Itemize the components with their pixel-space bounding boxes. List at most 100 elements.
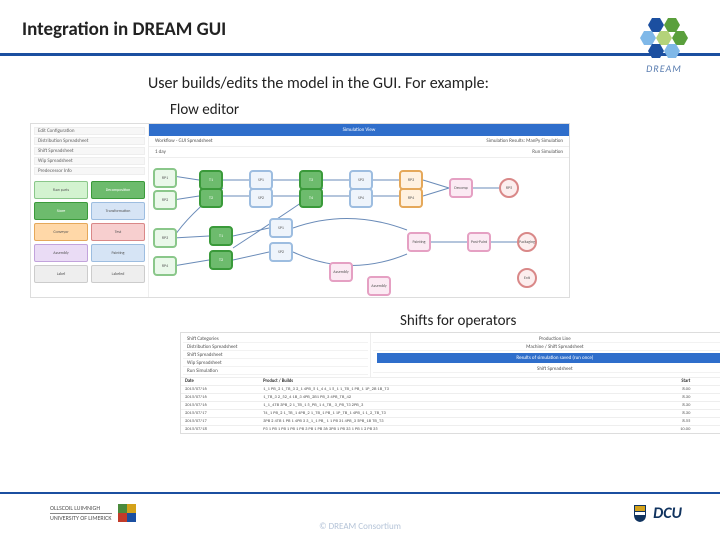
node: Painting — [407, 232, 431, 252]
node: T2 — [199, 188, 223, 208]
td: T4_1 PB_2 1_TB_1 4PB_2 1_TB_1 PB_1 1P_TB… — [259, 410, 650, 418]
th: Start — [650, 378, 695, 386]
palette-item: Labeled — [91, 265, 145, 283]
palette-item: Conveyor — [34, 223, 88, 241]
node: RP5 — [499, 178, 519, 198]
ul-line1: OLLSCOIL LUIMNIGH — [50, 505, 112, 512]
palette-item: Painting — [91, 244, 145, 262]
node: Assembly — [329, 262, 353, 282]
flow-sub: Simulation Results: ManPy Simulation — [486, 138, 563, 144]
sh-side: Wip Spreadsheet — [183, 359, 368, 367]
copyright: © DREAM Consortium — [319, 521, 401, 532]
flow-editor-screenshot: Edit Configuration Distribution Spreadsh… — [30, 123, 570, 298]
th: Product / Builds — [259, 378, 650, 386]
node: Assembly — [367, 276, 391, 296]
td: 18.20 — [694, 426, 720, 434]
palette-item: Test — [91, 223, 145, 241]
sidebar-item: Distribution Spreadsheet — [34, 137, 145, 145]
td: 16.00 — [694, 386, 720, 394]
node: Decomp — [449, 178, 473, 198]
td: 2015/07/17 — [181, 418, 259, 426]
td: 1_1_4TB 3PB_2 1_TB_1 5_PB_1 4_TB_ 3_PB_T… — [259, 402, 650, 410]
sh-side: Shift Categories — [183, 335, 368, 343]
palette-item: Decomposition — [91, 181, 145, 199]
sh-side: Distribution Spreadsheet — [183, 343, 368, 351]
td: 1_1 PB_2 1_TB_3 2_1 4PB_5 1_4 4_1 5_1 1_… — [259, 386, 650, 394]
td: 8.30 — [650, 410, 695, 418]
td: 10.00 — [650, 426, 695, 434]
sh-sub: Machine / Shift Spreadsheet — [373, 343, 720, 351]
node: Post-Paint — [467, 232, 491, 252]
dcu-shield-icon — [632, 503, 648, 523]
node: T4 — [299, 188, 323, 208]
palette-item: Store — [34, 202, 88, 220]
td: 1_TB_3 2_52_4 1B_3 4PB_2B1 PB_3 4PB_TB_4… — [259, 394, 650, 402]
td: 2015/07/16 — [181, 394, 259, 402]
shifts-editor-screenshot: Shift Categories Distribution Spreadshee… — [180, 332, 720, 434]
slide-title: Integration in DREAM GUI — [22, 18, 720, 41]
node: SP4 — [349, 188, 373, 208]
td: 16.15 — [694, 410, 720, 418]
td: 17.2 — [694, 402, 720, 410]
th: Date — [181, 378, 259, 386]
td: 2015/07/16 — [181, 402, 259, 410]
flow-header: Simulation View — [149, 124, 569, 136]
td: 8.30 — [650, 394, 695, 402]
td: 2015/07/17 — [181, 410, 259, 418]
dcu-text: DCU — [653, 504, 682, 523]
node: RP2 — [153, 190, 177, 210]
node: RP3 — [153, 228, 177, 248]
palette-item: Label — [34, 265, 88, 283]
shifts-label: Shifts for operators — [400, 312, 690, 330]
sh-bluebar: Results of simulation saved (run once) — [377, 353, 720, 363]
node: SP2 — [249, 188, 273, 208]
flow-sub: Workflow - GUI Spreadsheet — [155, 138, 213, 144]
sidebar-item: Wip Spreadsheet — [34, 157, 145, 165]
td: P3 1 PB 1 PB 1 PB 1 PB 3 PB 1 PB 36 3PB … — [259, 426, 650, 434]
sidebar-item: Predecessor Info — [34, 167, 145, 175]
node: SP2 — [269, 242, 293, 262]
sh-side: Run Simulation — [183, 367, 368, 375]
flow-editor-label: Flow editor — [170, 101, 690, 119]
shifts-table: Date Product / Builds Start Stop 2015/07… — [181, 377, 720, 433]
node: Exit — [517, 268, 537, 288]
td: 3PB 2 4TB 1 PB 1 4PB 3 3_1_1 PB_ 1 1 PB … — [259, 418, 650, 426]
td: 2015/07/18 — [181, 426, 259, 434]
node: SP1 — [249, 170, 273, 190]
node: T2 — [209, 250, 233, 270]
node: RP1 — [153, 168, 177, 188]
node: RP4 — [399, 188, 423, 208]
node: Packaging — [517, 232, 537, 252]
slide-subtitle: User builds/edits the model in the GUI. … — [148, 74, 690, 93]
ul-flag-icon — [118, 504, 136, 522]
flow-sub: 1 day — [155, 149, 166, 155]
flow-sub: Run Simulation — [532, 149, 563, 155]
sidebar-item: Shift Spreadsheet — [34, 147, 145, 155]
node: T3 — [299, 170, 323, 190]
node: SP1 — [269, 218, 293, 238]
flow-canvas: RP1 RP2 T1 T2 SP1 SP2 T3 T4 SP3 SP4 RP3 … — [149, 158, 569, 297]
dcu-logo: DCU — [632, 503, 682, 523]
td: 2015/07/16 — [181, 386, 259, 394]
td: 18.40 — [694, 394, 720, 402]
dream-logo-label: DREAM — [636, 62, 692, 75]
td: 18.10 — [694, 418, 720, 426]
node: T1 — [209, 226, 233, 246]
sh-header: Production Line — [373, 335, 720, 343]
sh-side: Shift Spreadsheet — [183, 351, 368, 359]
dream-logo: DREAM — [636, 18, 692, 75]
palette-item: Raw parts — [34, 181, 88, 199]
td: 8.55 — [650, 418, 695, 426]
node: SP3 — [349, 170, 373, 190]
ul-line2: UNIVERSITY OF LIMERICK — [50, 513, 112, 522]
node: RP4 — [153, 256, 177, 276]
sh-bottom-header: Shift Spreadsheet — [373, 365, 720, 373]
palette-item: Assembly — [34, 244, 88, 262]
node: T1 — [199, 170, 223, 190]
ul-logo: OLLSCOIL LUIMNIGH UNIVERSITY OF LIMERICK — [50, 504, 136, 522]
node: RP3 — [399, 170, 423, 190]
palette-item: Transformation — [91, 202, 145, 220]
td: 8.30 — [650, 402, 695, 410]
th: Stop — [694, 378, 720, 386]
td: 8.00 — [650, 386, 695, 394]
